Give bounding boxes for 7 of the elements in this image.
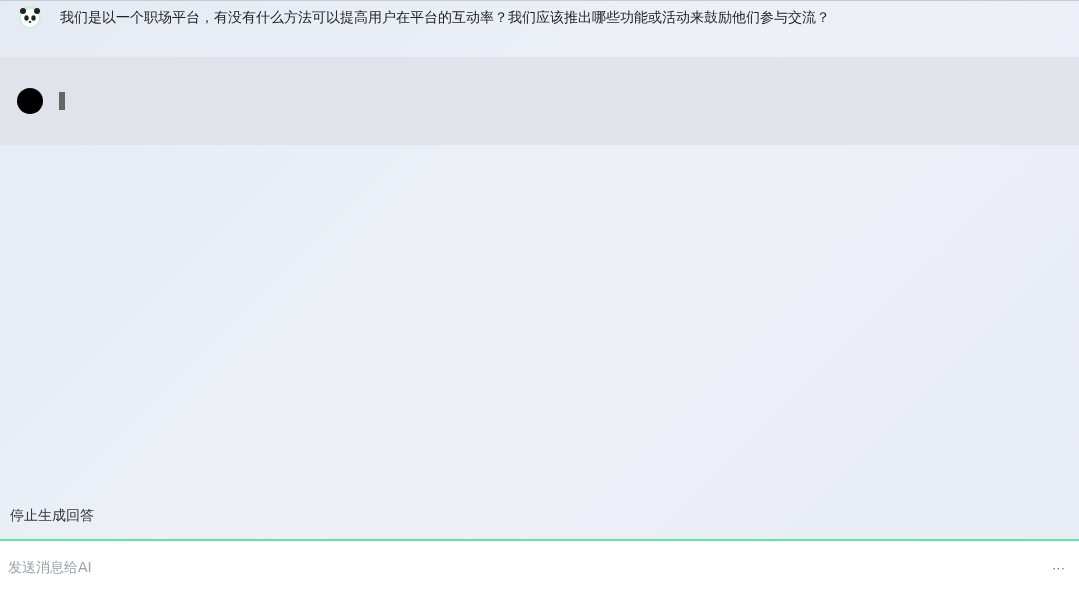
avatar-icon (17, 88, 43, 114)
stop-generating-button[interactable]: 停止生成回答 (0, 507, 94, 539)
message-input[interactable]: 发送消息给AI (0, 541, 1048, 593)
typing-cursor (59, 92, 65, 110)
panda-avatar-icon (18, 5, 42, 29)
more-button[interactable]: ··· (1048, 541, 1079, 593)
user-message: 我们是以一个职场平台，有没有什么方法可以提高用户在平台的互动率？我们应该推出哪些功能或活动来鼓励他们参与交流？ (60, 8, 830, 27)
